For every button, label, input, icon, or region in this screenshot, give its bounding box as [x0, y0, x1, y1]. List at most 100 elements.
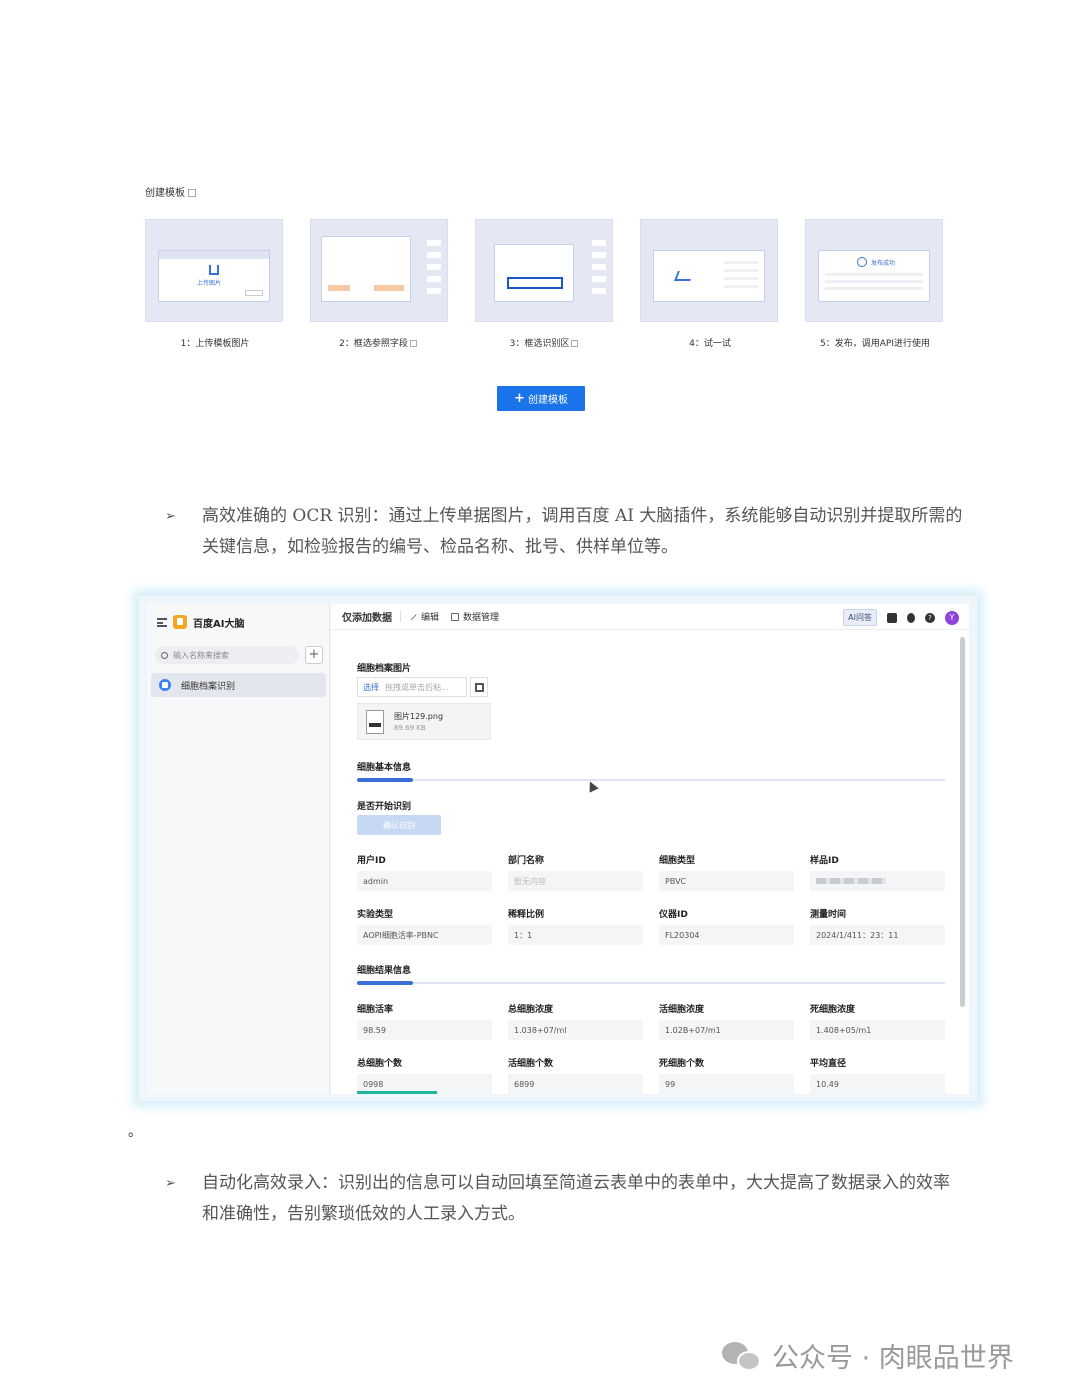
brand-logo-icon: [173, 615, 187, 629]
field-label-measure-time: 测量时间: [810, 910, 847, 920]
add-button[interactable]: +: [305, 646, 323, 664]
sidebar: 百度AI大脑 输入名称来搜索 + 细胞档案识别: [147, 604, 330, 1094]
template-section-title: 创建模板: [145, 184, 196, 199]
field-dept[interactable]: 暂无内容: [508, 871, 643, 891]
field-label-dead-conc: 死细胞浓度: [810, 1005, 856, 1015]
avatar[interactable]: Y: [945, 610, 959, 625]
bell-icon[interactable]: [907, 612, 915, 623]
field-label-avg-diameter: 平均直径: [810, 1059, 847, 1069]
field-label-cell-type: 细胞类型: [659, 856, 696, 866]
help-icon[interactable]: [409, 340, 417, 347]
field-label-total-count: 总细胞个数: [357, 1059, 403, 1069]
step-card-5: 发布成功: [805, 219, 943, 322]
pencil-icon: [409, 612, 417, 621]
page-title: 仅添加数据: [342, 613, 392, 624]
file-name: 图片129.png: [394, 712, 444, 721]
app-screenshot: 百度AI大脑 输入名称来搜索 + 细胞档案识别 仅添加数据 编辑 数据管理 AI…: [139, 596, 977, 1101]
file-card[interactable]: 图片129.png 89.69 KB: [357, 703, 491, 740]
section-title-basic: 细胞基本信息: [357, 763, 412, 773]
field-user-id[interactable]: admin: [357, 871, 492, 891]
image-icon: [674, 271, 694, 281]
app-window: 百度AI大脑 输入名称来搜索 + 细胞档案识别 仅添加数据 编辑 数据管理 AI…: [147, 604, 969, 1094]
step-card-2: [310, 219, 448, 322]
field-total-conc[interactable]: 1.038+07/ml: [508, 1020, 643, 1040]
table-icon: [451, 612, 460, 621]
field-live-count[interactable]: 6899: [508, 1074, 643, 1094]
sidebar-header: 百度AI大脑: [157, 612, 244, 632]
step-inner-text: 发布成功: [871, 260, 896, 267]
start-recognize-label: 是否开始识别: [357, 802, 412, 812]
form-content: 细胞档案图片 选择 拖拽或单击后粘... 图片129.png 89.69 KB 细…: [331, 631, 969, 1094]
plus-icon: +: [514, 391, 525, 406]
step-inner-text: 上传图片: [197, 280, 222, 287]
topbar: 仅添加数据 编辑 数据管理 AI问答 ? Y: [331, 604, 969, 630]
step-card-4: [640, 219, 778, 322]
field-label-viability: 细胞活率: [357, 1005, 394, 1015]
help-icon[interactable]: ?: [925, 612, 935, 623]
field-dilution[interactable]: 1：1: [508, 925, 643, 945]
field-instrument-id[interactable]: FL20304: [659, 925, 794, 945]
field-avg-diameter[interactable]: 10.49: [810, 1074, 945, 1094]
paragraph-auto-entry: ➢ 自动化高效录入：识别出的信息可以自动回填至简道云表单中的表单中，大大提高了数…: [165, 1168, 965, 1230]
help-icon[interactable]: [571, 340, 579, 347]
field-label-exp-type: 实验类型: [357, 910, 394, 920]
step-label-3: 3：框选识别区: [464, 336, 624, 349]
field-cell-type[interactable]: PBVC: [659, 871, 794, 891]
field-sample-id[interactable]: [810, 871, 945, 891]
scrollbar[interactable]: [960, 637, 965, 1007]
confirm-recognize-button[interactable]: 确认识别: [357, 815, 441, 835]
stray-period: 。: [128, 1124, 142, 1140]
step-label-1: 1：上传模板图片: [180, 339, 250, 349]
upload-icon: [209, 265, 219, 275]
step-card-3: [475, 219, 613, 322]
section-divider: [357, 981, 945, 985]
field-dead-conc[interactable]: 1.408+05/m1: [810, 1020, 945, 1040]
main-panel: 仅添加数据 编辑 数据管理 AI问答 ? Y 细胞档案图片 选择 拖拽或单击后粘.…: [331, 604, 969, 1094]
field-live-conc[interactable]: 1.02B+07/m1: [659, 1020, 794, 1040]
redacted-value: [816, 878, 886, 884]
upload-row: 选择 拖拽或单击后粘...: [357, 677, 488, 697]
field-exp-type[interactable]: AOPI细胞活率-PBNC: [357, 925, 492, 945]
arrow-bullet-icon: ➢: [165, 509, 176, 524]
watermark: 公众号 · 肉眼品世界: [722, 1336, 1014, 1375]
menu-icon[interactable]: [157, 617, 167, 627]
book-icon[interactable]: [887, 612, 897, 623]
field-viability[interactable]: 98.59: [357, 1020, 492, 1040]
ai-qa-button[interactable]: AI问答: [843, 609, 877, 626]
field-label-live-count: 活细胞个数: [508, 1059, 554, 1069]
field-label-instrument-id: 仪器ID: [659, 910, 688, 920]
field-label-dilution: 稀释比例: [508, 910, 545, 920]
step-label-2: 2：框选参照字段: [298, 336, 458, 349]
check-icon: [857, 257, 867, 267]
step-card-1: 上传图片: [145, 219, 283, 322]
file-thumbnail-icon: [366, 709, 384, 734]
section-divider: [357, 778, 945, 782]
wechat-icon: [722, 1340, 762, 1372]
paragraph-ocr: ➢ 高效准确的 OCR 识别：通过上传单据图片，调用百度 AI 大脑插件，系统能…: [165, 501, 965, 563]
field-measure-time[interactable]: 2024/1/411：23：11: [810, 925, 945, 945]
sidebar-item-cell-archive[interactable]: 细胞档案识别: [151, 673, 326, 697]
field-label-sample-id: 样品ID: [810, 856, 839, 866]
cursor-icon: [585, 779, 599, 793]
form-icon: [159, 679, 171, 691]
file-size: 89.69 KB: [394, 724, 426, 732]
help-icon[interactable]: [188, 189, 196, 197]
submit-bar[interactable]: [357, 1091, 437, 1094]
arrow-bullet-icon: ➢: [165, 1176, 176, 1191]
upload-label: 细胞档案图片: [357, 664, 412, 674]
field-dead-count[interactable]: 99: [659, 1074, 794, 1094]
search-input[interactable]: 输入名称来搜索: [155, 646, 299, 664]
tab-data-management[interactable]: 数据管理: [451, 610, 499, 623]
step-label-4: 4：试一试: [689, 339, 731, 349]
section-title-result: 细胞结果信息: [357, 966, 412, 976]
qr-code-button[interactable]: [470, 677, 488, 697]
upload-input[interactable]: 选择 拖拽或单击后粘...: [357, 677, 467, 697]
field-label-dept: 部门名称: [508, 856, 545, 866]
field-label-total-conc: 总细胞浓度: [508, 1005, 554, 1015]
field-label-user-id: 用户ID: [357, 856, 386, 866]
search-icon: [161, 651, 168, 659]
tab-edit[interactable]: 编辑: [409, 610, 439, 623]
field-label-dead-count: 死细胞个数: [659, 1059, 705, 1069]
brand-name: 百度AI大脑: [193, 618, 245, 630]
create-template-button[interactable]: + 创建模板: [497, 386, 585, 411]
